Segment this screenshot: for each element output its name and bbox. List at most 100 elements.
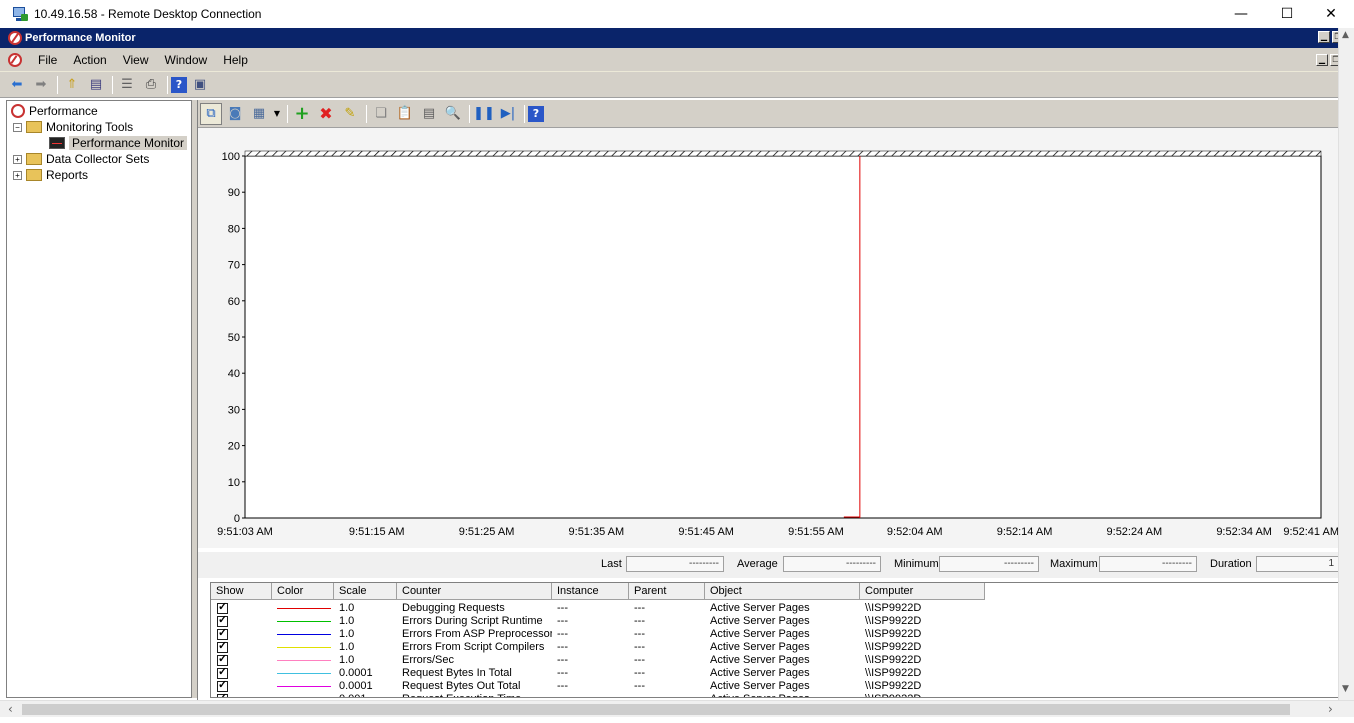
freeze-display-icon[interactable]: ❚❚ bbox=[473, 103, 495, 125]
tree-item-performance-monitor[interactable]: Performance Monitor bbox=[49, 135, 188, 151]
table-row[interactable]: 1.0 Errors From Script Compilers --- --- Act… bbox=[211, 641, 985, 654]
x-tick-label: 9:51:15 AM bbox=[349, 526, 405, 538]
cell-counter: Request Execution Time bbox=[397, 693, 552, 697]
show-checkbox[interactable] bbox=[217, 615, 228, 627]
show-checkbox[interactable] bbox=[217, 667, 228, 679]
table-row[interactable]: 1.0 Errors From ASP Preprocessor --- --- Act… bbox=[211, 628, 985, 641]
tree-item-data-collector-sets[interactable]: + Data Collector Sets bbox=[13, 151, 149, 167]
properties-icon[interactable]: ▤ bbox=[418, 103, 440, 125]
menu-window[interactable]: Window bbox=[157, 53, 216, 67]
table-row[interactable]: 1.0 Errors During Script Runtime --- --- Act… bbox=[211, 615, 985, 628]
close-button[interactable]: ✕ bbox=[1308, 0, 1354, 28]
menu-bar: File Action View Window Help ▁ ❐ bbox=[0, 48, 1354, 72]
back-arrow-icon[interactable]: ⬅ bbox=[6, 74, 28, 96]
column-counter[interactable]: Counter bbox=[397, 583, 552, 600]
column-parent[interactable]: Parent bbox=[629, 583, 705, 600]
mmc-system-menu-icon[interactable] bbox=[8, 52, 22, 67]
cell-computer: \\ISP9922D bbox=[865, 641, 922, 653]
tree-item-performance[interactable]: Performance bbox=[11, 103, 98, 119]
y-tick-label: 50 bbox=[228, 332, 240, 344]
view-log-data-icon[interactable]: ◙ bbox=[224, 103, 246, 125]
show-hide-tree-icon[interactable]: ▤ bbox=[85, 74, 107, 96]
menu-view[interactable]: View bbox=[115, 53, 157, 67]
column-instance[interactable]: Instance bbox=[552, 583, 629, 600]
cell-instance: --- bbox=[557, 615, 568, 627]
x-tick-label: 9:51:45 AM bbox=[678, 526, 734, 538]
y-tick-label: 90 bbox=[228, 187, 240, 199]
cell-counter: Request Bytes In Total bbox=[402, 667, 512, 679]
delete-counter-icon[interactable]: ✖ bbox=[315, 103, 337, 125]
legend-header: Show Color Scale Counter Instance Parent… bbox=[211, 583, 985, 600]
cell-scale: 0.0001 bbox=[339, 680, 373, 692]
folder-icon bbox=[26, 169, 42, 181]
table-row[interactable]: 0.0001 Request Bytes Out Total --- --- Activ… bbox=[211, 680, 985, 693]
vertical-scrollbar[interactable]: ▲ ▼ bbox=[1338, 28, 1354, 700]
show-checkbox[interactable] bbox=[217, 641, 228, 653]
tree-item-reports[interactable]: + Reports bbox=[13, 167, 88, 183]
scroll-right-arrow-icon[interactable]: › bbox=[1328, 702, 1333, 716]
minimum-value: --------- bbox=[939, 556, 1039, 572]
cell-computer: \\ISP9922D bbox=[865, 615, 922, 627]
zoom-icon[interactable]: 🔍 bbox=[442, 103, 464, 125]
update-data-icon[interactable]: ▶| bbox=[497, 103, 519, 125]
x-tick-label: 9:52:41 AM bbox=[1283, 526, 1339, 538]
color-swatch bbox=[277, 660, 331, 661]
menu-help[interactable]: Help bbox=[215, 53, 256, 67]
menu-action[interactable]: Action bbox=[65, 53, 114, 67]
maximum-label: Maximum bbox=[1050, 558, 1098, 570]
table-row[interactable]: 1.0 Errors/Sec --- --- Active Server Pages \\… bbox=[211, 654, 985, 667]
child-minimize-button[interactable]: ▁ bbox=[1316, 54, 1328, 66]
help-icon[interactable]: ? bbox=[171, 76, 187, 93]
collapse-icon[interactable]: − bbox=[13, 122, 22, 132]
table-row[interactable]: 1.0 Debugging Requests --- --- Active Server… bbox=[211, 602, 985, 615]
x-tick-label: 9:52:24 AM bbox=[1107, 526, 1163, 538]
show-checkbox[interactable] bbox=[217, 680, 228, 692]
column-scale[interactable]: Scale bbox=[334, 583, 397, 600]
cell-instance: --- bbox=[557, 602, 568, 614]
paste-counter-list-icon[interactable]: 📋 bbox=[394, 103, 416, 125]
table-row[interactable]: 0.001Request Execution Time------Active … bbox=[211, 693, 985, 697]
horizontal-scrollbar[interactable]: ‹ › bbox=[0, 700, 1354, 717]
minimize-button[interactable]: — bbox=[1218, 0, 1264, 28]
add-counter-icon[interactable]: + bbox=[291, 103, 313, 125]
menu-file[interactable]: File bbox=[30, 53, 65, 67]
color-swatch bbox=[277, 647, 331, 648]
scroll-down-arrow-icon[interactable]: ▼ bbox=[1342, 684, 1349, 694]
column-computer[interactable]: Computer bbox=[860, 583, 985, 600]
properties-panel-icon[interactable]: ▣ bbox=[189, 74, 211, 96]
x-tick-label: 9:52:04 AM bbox=[887, 526, 943, 538]
help-icon[interactable]: ? bbox=[528, 105, 544, 122]
cell-scale: 0.001 bbox=[334, 693, 397, 697]
x-tick-label: 9:51:55 AM bbox=[788, 526, 844, 538]
tree-item-monitoring-tools[interactable]: − Monitoring Tools bbox=[13, 119, 133, 135]
graph-type-dropdown-icon[interactable]: ▼ bbox=[272, 103, 282, 125]
mmc-minimize-button[interactable]: ▁ bbox=[1318, 31, 1330, 43]
expand-icon[interactable]: + bbox=[13, 154, 22, 164]
highlight-icon[interactable]: ✎ bbox=[339, 103, 361, 125]
table-row[interactable]: 0.0001 Request Bytes In Total --- --- Active… bbox=[211, 667, 985, 680]
scroll-left-arrow-icon[interactable]: ‹ bbox=[8, 702, 13, 716]
column-show[interactable]: Show bbox=[211, 583, 272, 600]
export-list-icon[interactable]: ☰ bbox=[116, 74, 138, 96]
column-object[interactable]: Object bbox=[705, 583, 860, 600]
horizontal-scroll-thumb[interactable] bbox=[22, 704, 1290, 715]
cell-instance: --- bbox=[557, 667, 568, 679]
console-tree: Performance − Monitoring Tools Performan… bbox=[6, 100, 192, 698]
duration-value: 1 bbox=[1256, 556, 1339, 572]
scroll-up-arrow-icon[interactable]: ▲ bbox=[1342, 30, 1349, 40]
print-icon[interactable]: ⎙ bbox=[140, 74, 162, 96]
remote-desktop-icon bbox=[12, 6, 28, 22]
copy-properties-icon[interactable]: ❏ bbox=[370, 103, 392, 125]
forward-arrow-icon[interactable]: ➡ bbox=[30, 74, 52, 96]
maximize-button[interactable]: ☐ bbox=[1264, 0, 1310, 28]
column-color[interactable]: Color bbox=[272, 583, 334, 600]
show-checkbox[interactable] bbox=[217, 693, 228, 697]
cell-counter: Errors During Script Runtime bbox=[402, 615, 543, 627]
view-current-activity-icon[interactable]: ⧉ bbox=[200, 102, 222, 125]
show-checkbox[interactable] bbox=[217, 602, 228, 614]
show-checkbox[interactable] bbox=[217, 628, 228, 640]
change-graph-type-icon[interactable]: ▦ bbox=[248, 103, 270, 125]
show-checkbox[interactable] bbox=[217, 654, 228, 666]
expand-icon[interactable]: + bbox=[13, 170, 22, 180]
up-folder-icon[interactable]: ⇑ bbox=[61, 74, 83, 96]
